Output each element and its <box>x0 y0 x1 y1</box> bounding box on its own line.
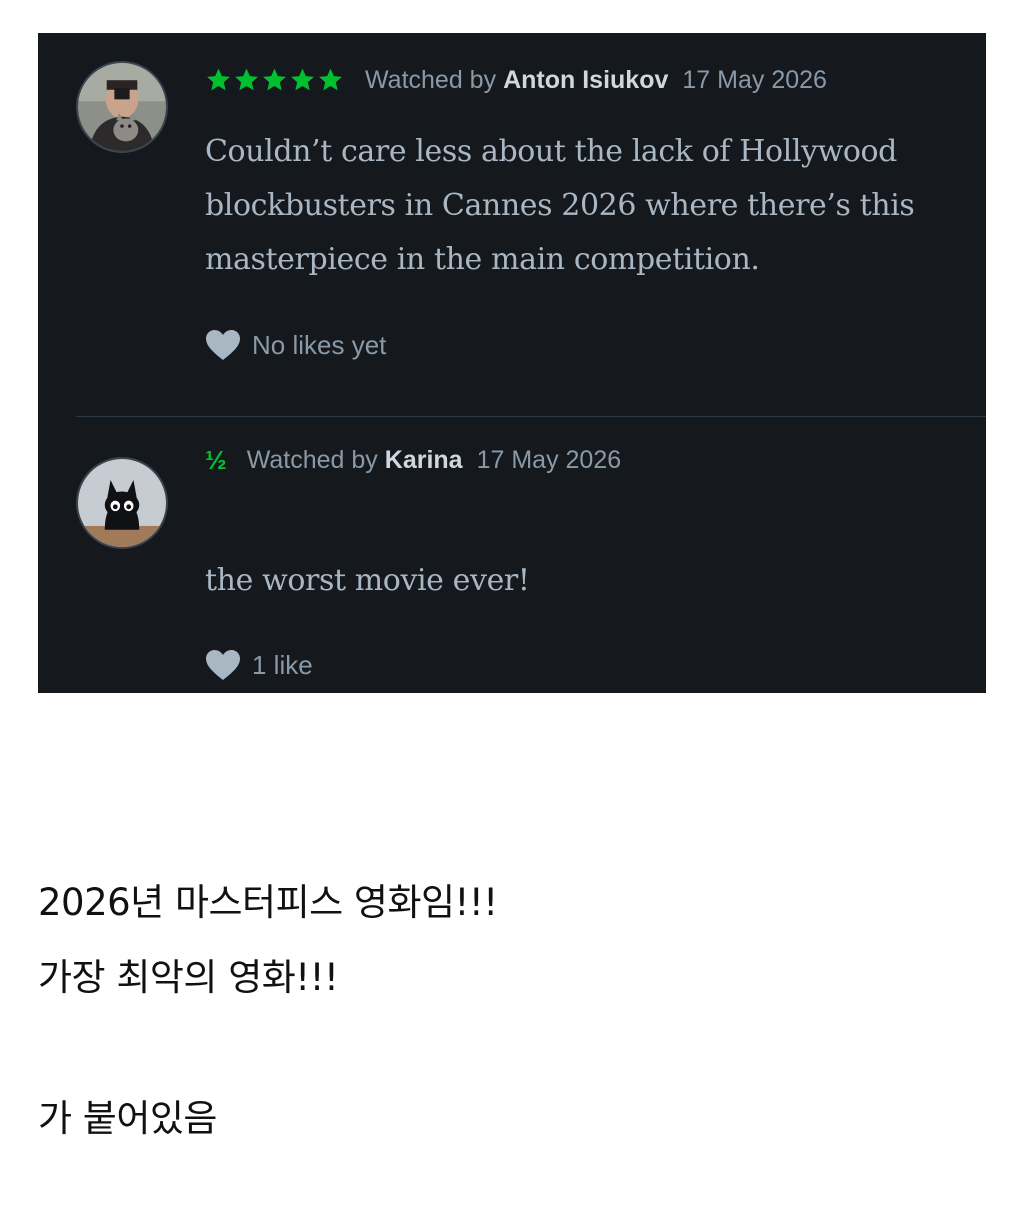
review-panel: Watched by Anton Isiukov 17 May 2026 Cou… <box>38 33 986 693</box>
heart-icon <box>206 330 240 360</box>
avatar[interactable] <box>76 457 168 549</box>
like-button[interactable]: No likes yet <box>205 325 386 365</box>
author-link[interactable]: Karina <box>385 446 463 475</box>
review-item: ½ Watched by Karina 17 May 2026 the wors… <box>38 417 986 693</box>
five-star-rating <box>205 67 345 93</box>
like-button[interactable]: 1 like <box>205 645 313 685</box>
review-item: Watched by Anton Isiukov 17 May 2026 Cou… <box>38 33 986 416</box>
star-icon <box>291 68 314 91</box>
likes-count: 1 like <box>252 649 313 680</box>
caption-line: 가장 최악의 영화!!! <box>38 956 339 999</box>
review-date[interactable]: 17 May 2026 <box>682 66 827 95</box>
half-star-rating: ½ <box>205 444 227 475</box>
review-text: the worst movie ever! <box>205 563 530 598</box>
review-meta: Watched by Anton Isiukov 17 May 2026 <box>205 60 827 100</box>
watched-by-label: Watched by <box>365 65 497 94</box>
avatar-photo-black-cat <box>78 459 166 547</box>
avatar-photo-man-with-cat <box>78 63 166 151</box>
author-link[interactable]: Anton Isiukov <box>503 66 668 95</box>
heart-icon <box>206 650 240 680</box>
review-date[interactable]: 17 May 2026 <box>477 446 622 475</box>
caption-line: 가 붙어있음 <box>38 1097 217 1140</box>
review-text: Couldn’t care less about the lack of Hol… <box>205 134 915 277</box>
star-icon <box>319 68 342 91</box>
likes-count: No likes yet <box>252 329 387 360</box>
star-icon <box>235 68 258 91</box>
watched-by-label: Watched by <box>246 445 378 474</box>
review-meta: ½ Watched by Karina 17 May 2026 <box>205 440 621 480</box>
avatar[interactable] <box>76 61 168 153</box>
caption-line: 2026년 마스터피스 영화임!!! <box>38 881 498 924</box>
star-icon <box>263 68 286 91</box>
star-icon <box>207 68 230 91</box>
